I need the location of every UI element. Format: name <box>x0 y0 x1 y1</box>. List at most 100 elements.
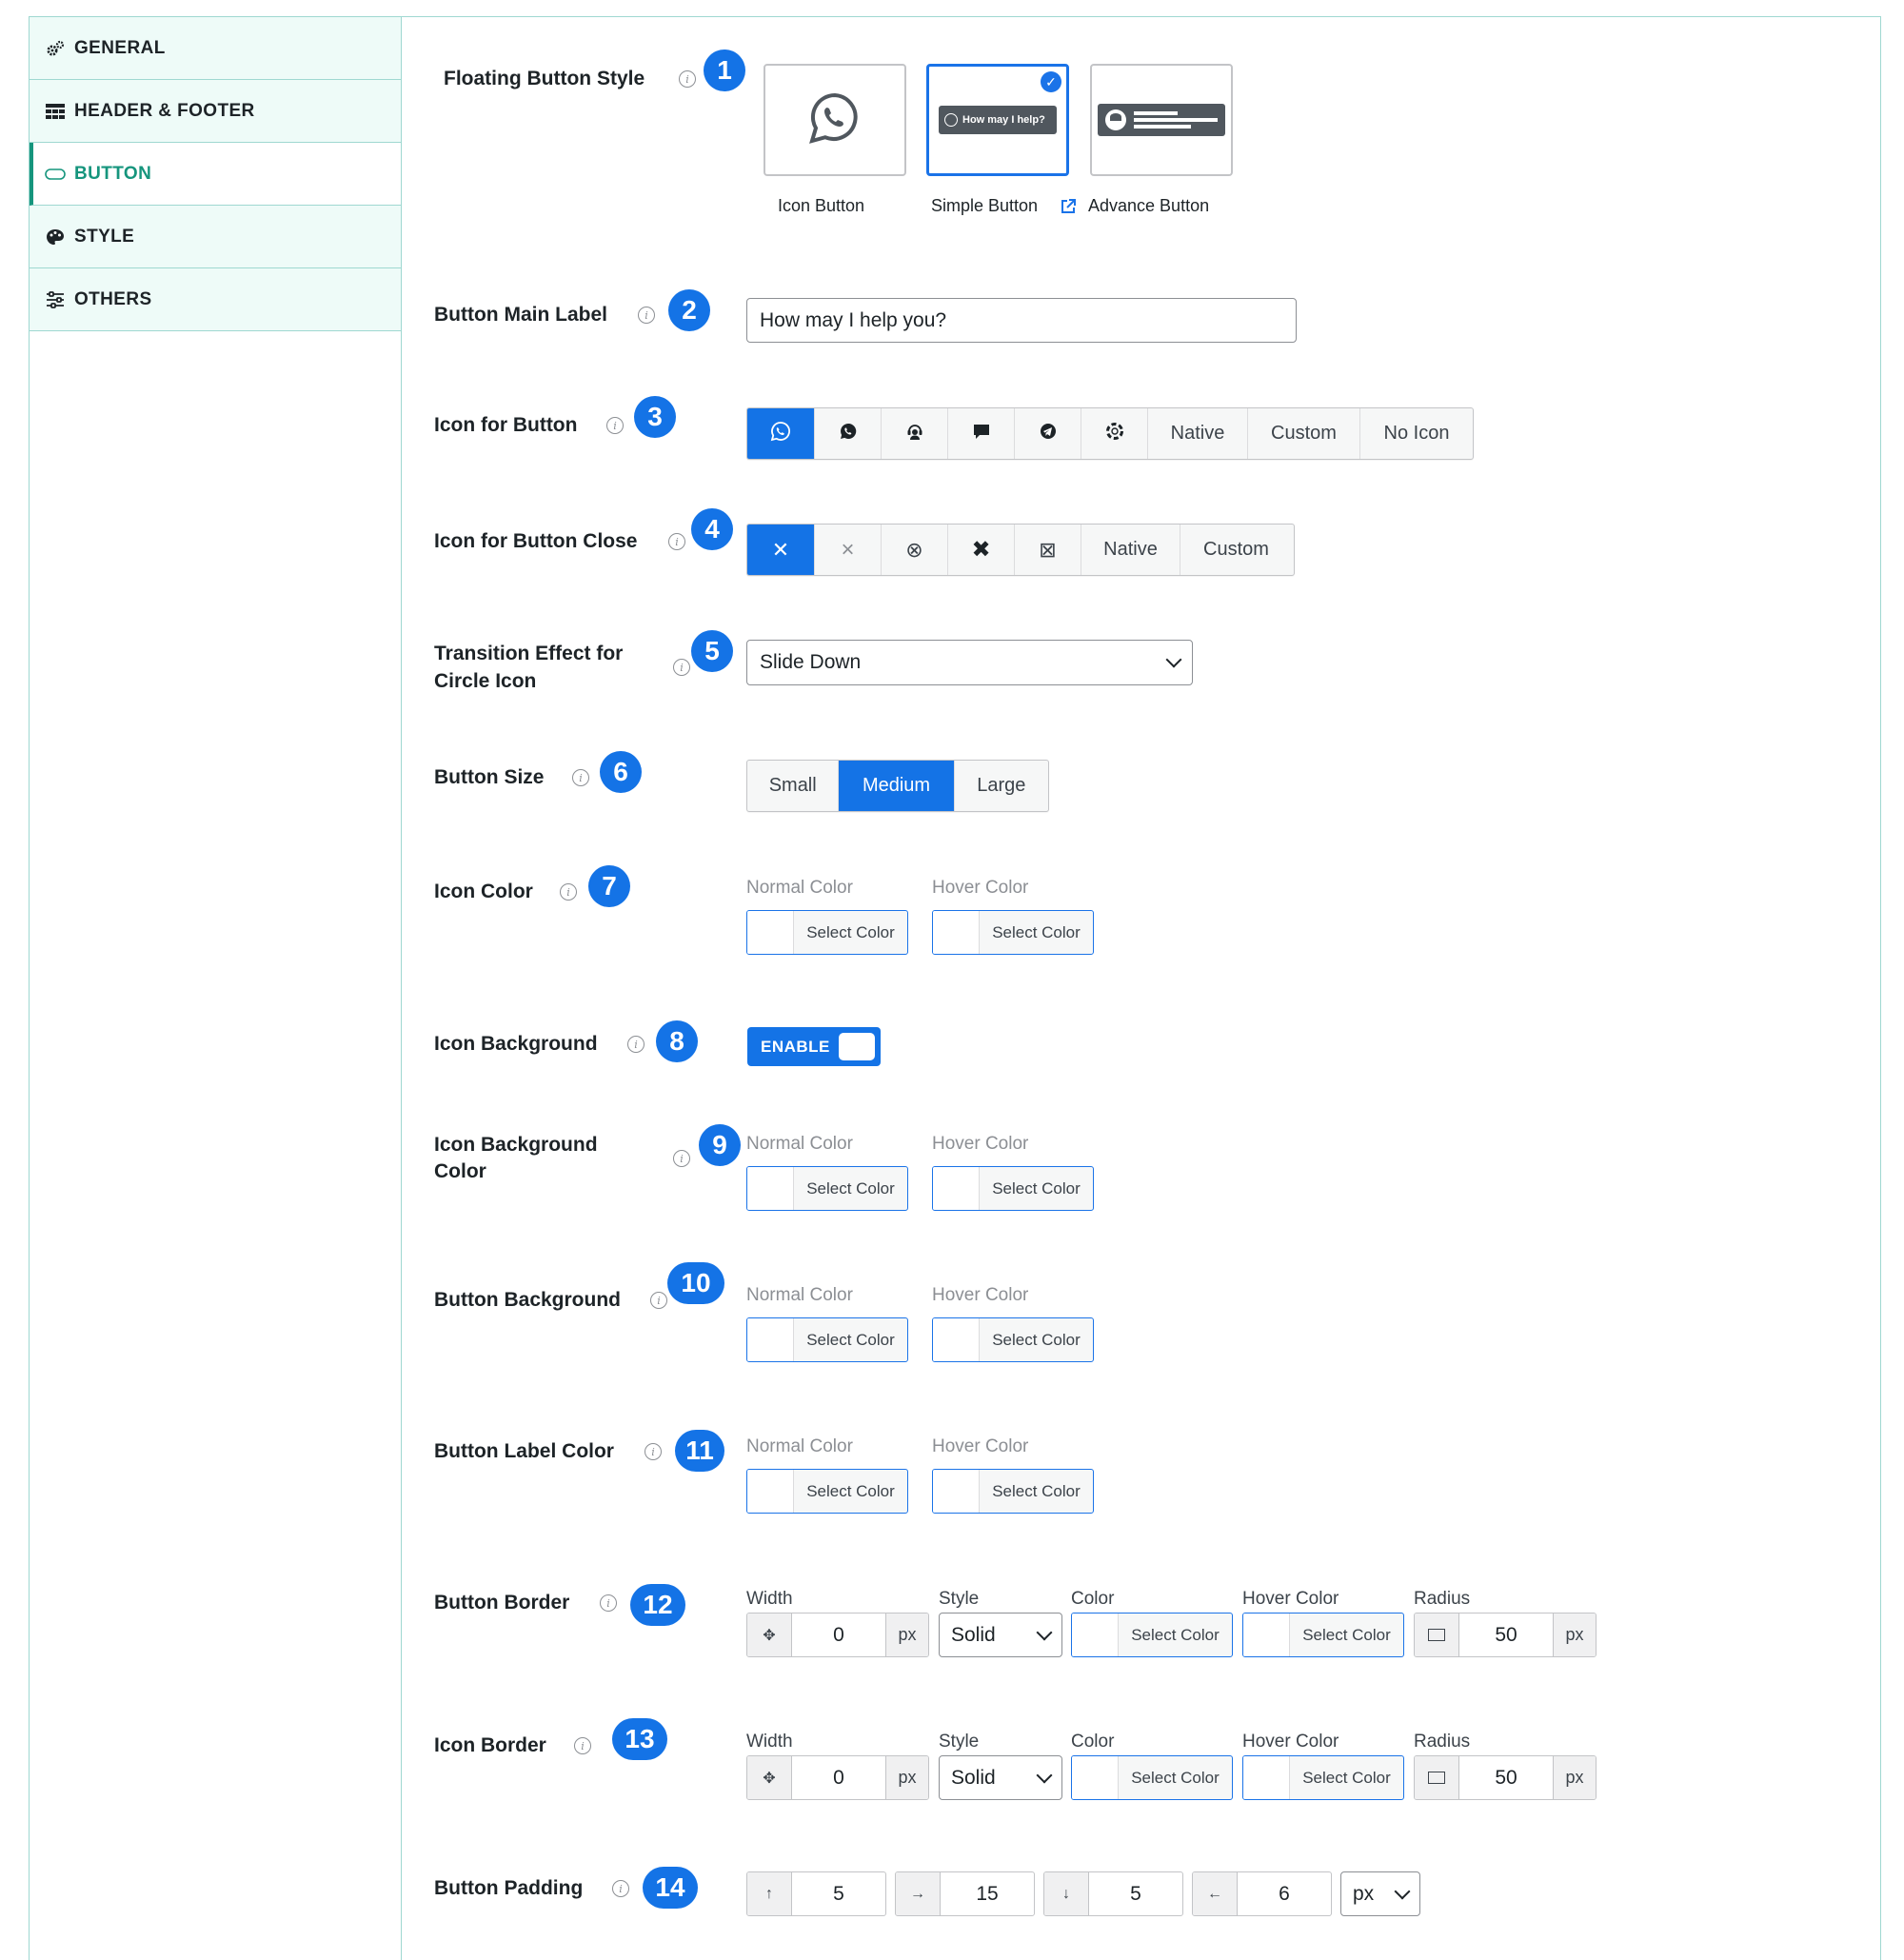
sidebar-item-label: OTHERS <box>74 288 152 309</box>
button-border-style-select[interactable]: Solid <box>939 1613 1062 1657</box>
icon-border-color-button[interactable]: Select Color <box>1071 1755 1233 1800</box>
button-bg-normal-color-button[interactable]: Select Color <box>746 1317 908 1362</box>
transition-select[interactable]: Slide Down <box>746 640 1193 685</box>
sidebar-item-style[interactable]: STYLE <box>30 206 401 268</box>
info-icon[interactable]: i <box>572 769 589 786</box>
info-icon[interactable]: i <box>574 1737 591 1754</box>
close-option-2[interactable]: × <box>815 525 882 575</box>
icon-border-radius-input[interactable]: 50 px <box>1414 1755 1597 1800</box>
info-icon[interactable]: i <box>650 1292 667 1309</box>
table-icon <box>45 103 66 119</box>
close-option-1[interactable]: ✕ <box>747 525 815 575</box>
sidebar-item-header-footer[interactable]: HEADER & FOOTER <box>30 80 401 143</box>
info-icon[interactable]: i <box>627 1036 645 1053</box>
icon-option-whatsapp[interactable] <box>747 408 815 459</box>
whatsapp-icon <box>770 421 791 447</box>
close-option-3[interactable]: ⊗ <box>882 525 948 575</box>
sidebar-item-others[interactable]: OTHERS <box>30 268 401 331</box>
button-border-color-button[interactable]: Select Color <box>1071 1613 1233 1657</box>
icon-option-lifebuoy[interactable] <box>1081 408 1148 459</box>
icon-normal-color-button[interactable]: Select Color <box>746 910 908 955</box>
border-radius-label: Radius <box>1414 1589 1471 1609</box>
radius-icon <box>1415 1614 1459 1656</box>
simple-button-preview: How may I help? <box>939 106 1057 134</box>
thin-close-icon: × <box>841 536 855 563</box>
hover-color-label: Hover Color <box>932 1134 1029 1154</box>
close-option-custom[interactable]: Custom <box>1180 525 1292 575</box>
chevron-down-icon <box>1036 1767 1053 1783</box>
info-icon[interactable]: i <box>673 1150 690 1167</box>
icon-option-support[interactable] <box>882 408 948 459</box>
icon-border-width-input[interactable]: ✥ 0 px <box>746 1755 929 1800</box>
button-border-width-input[interactable]: ✥ 0 px <box>746 1613 929 1657</box>
sidebar-item-general[interactable]: GENERAL <box>30 17 401 80</box>
info-icon[interactable]: i <box>606 417 624 434</box>
icon-background-toggle[interactable]: ENABLE <box>747 1027 881 1066</box>
hover-color-label: Hover Color <box>932 878 1029 898</box>
label-hover-color-button[interactable]: Select Color <box>932 1469 1094 1514</box>
icon-option-comment[interactable] <box>948 408 1015 459</box>
heavy-close-icon: ✖ <box>971 537 991 563</box>
button-border-hover-color-button[interactable]: Select Color <box>1242 1613 1404 1657</box>
button-size-selector: Small Medium Large <box>746 760 1049 812</box>
border-width-label: Width <box>746 1732 793 1752</box>
normal-color-label: Normal Color <box>746 1436 853 1456</box>
icon-border-hover-color-button[interactable]: Select Color <box>1242 1755 1404 1800</box>
gears-icon <box>45 40 66 57</box>
padding-top-input[interactable]: ↑ 5 <box>746 1871 886 1916</box>
size-option-large[interactable]: Large <box>955 761 1048 811</box>
style-card-icon-button[interactable] <box>764 64 906 176</box>
button-size-label: Button Size <box>434 766 545 788</box>
sidebar-item-button[interactable]: BUTTON <box>30 143 401 206</box>
icon-border-style-select[interactable]: Solid <box>939 1755 1062 1800</box>
icon-option-chat[interactable] <box>815 408 882 459</box>
icon-for-button-label: Icon for Button <box>434 414 578 436</box>
normal-color-label: Normal Color <box>746 1285 853 1305</box>
icon-close-label: Icon for Button Close <box>434 530 638 552</box>
padding-right-input[interactable]: → 15 <box>895 1871 1035 1916</box>
button-bg-hover-color-button[interactable]: Select Color <box>932 1317 1094 1362</box>
border-hover-color-label: Hover Color <box>1242 1589 1339 1609</box>
info-icon[interactable]: i <box>600 1594 617 1612</box>
icon-bg-hover-color-button[interactable]: Select Color <box>932 1166 1094 1211</box>
lifebuoy-icon <box>1105 422 1124 446</box>
close-option-5[interactable]: ⊠ <box>1015 525 1081 575</box>
step-badge-5: 5 <box>691 630 733 672</box>
style-card-simple-button[interactable]: How may I help? ✓ <box>926 64 1069 176</box>
style-card-advance-button[interactable] <box>1090 64 1233 176</box>
icon-option-custom[interactable]: Custom <box>1248 408 1360 459</box>
padding-left-input[interactable]: ← 6 <box>1192 1871 1332 1916</box>
radius-icon <box>1415 1756 1459 1799</box>
step-badge-4: 4 <box>691 508 733 550</box>
info-icon[interactable]: i <box>612 1880 629 1897</box>
icon-bg-normal-color-button[interactable]: Select Color <box>746 1166 908 1211</box>
padding-bottom-input[interactable]: ↓ 5 <box>1043 1871 1183 1916</box>
info-icon[interactable]: i <box>560 883 577 901</box>
info-icon[interactable]: i <box>638 307 655 324</box>
close-option-4[interactable]: ✖ <box>948 525 1015 575</box>
sidebar-item-label: STYLE <box>74 226 135 247</box>
icon-background-label: Icon Background <box>434 1033 598 1055</box>
external-link-icon[interactable] <box>1060 198 1077 220</box>
info-icon[interactable]: i <box>673 659 690 676</box>
info-icon[interactable]: i <box>645 1443 662 1460</box>
card-caption-simple: Simple Button <box>931 196 1039 215</box>
move-icon: ✥ <box>747 1756 792 1799</box>
padding-unit-select[interactable]: px <box>1340 1871 1420 1916</box>
main-label-input[interactable] <box>746 298 1297 343</box>
icon-option-no-icon[interactable]: No Icon <box>1360 408 1473 459</box>
step-badge-7: 7 <box>588 865 630 907</box>
size-option-medium[interactable]: Medium <box>839 761 955 811</box>
close-option-native[interactable]: Native <box>1081 525 1180 575</box>
info-icon[interactable]: i <box>679 70 696 88</box>
icon-hover-color-button[interactable]: Select Color <box>932 910 1094 955</box>
advance-button-preview <box>1098 104 1225 136</box>
size-option-small[interactable]: Small <box>747 761 840 811</box>
button-padding-label: Button Padding <box>434 1877 584 1899</box>
button-border-radius-input[interactable]: 50 px <box>1414 1613 1597 1657</box>
info-icon[interactable]: i <box>668 533 685 550</box>
icon-option-native[interactable]: Native <box>1148 408 1248 459</box>
icon-option-telegram[interactable] <box>1015 408 1081 459</box>
label-normal-color-button[interactable]: Select Color <box>746 1469 908 1514</box>
icon-for-button-selector: Native Custom No Icon <box>746 407 1474 460</box>
